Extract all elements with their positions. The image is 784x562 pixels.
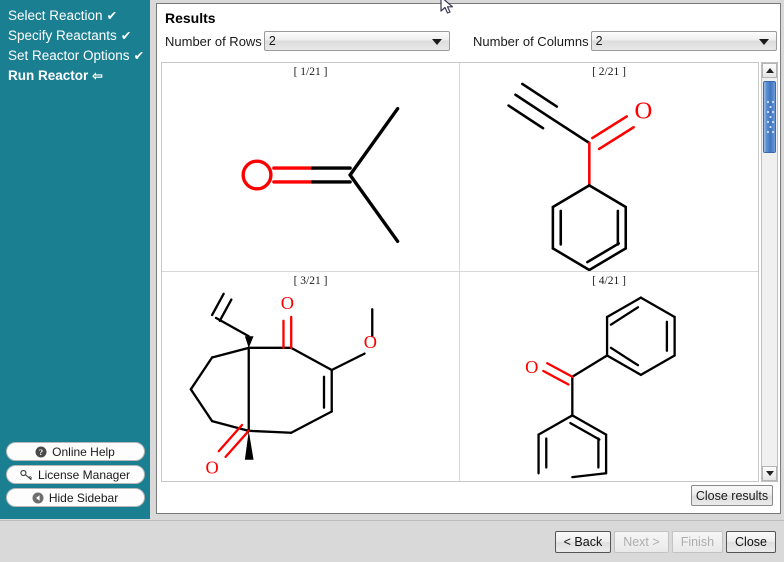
footer-bar: < Back Next > Finish Close [0, 520, 784, 562]
back-button[interactable]: < Back [555, 531, 612, 553]
caret-up-icon [766, 68, 774, 73]
rows-value: 2 [265, 34, 276, 48]
molecule-allyl-methoxy-hydrindanedione: O O O [162, 288, 459, 481]
result-cell[interactable]: [ 4/21 ] [460, 272, 758, 481]
svg-text:O: O [525, 357, 538, 377]
sidebar-item-label: Set Reactor Options [8, 48, 130, 63]
check-icon: ✔ [134, 49, 144, 63]
result-cell-label: [ 3/21 ] [162, 275, 459, 287]
number-of-columns-select[interactable]: 2 [591, 31, 777, 51]
sidebar: Select Reaction ✔ Specify Reactants ✔ Set … [0, 0, 150, 519]
svg-text:O: O [205, 457, 218, 477]
result-cell[interactable]: [ 1/21 ] [162, 63, 460, 272]
sidebar-item-label: Select Reaction [8, 8, 103, 23]
svg-text:?: ? [39, 447, 43, 457]
sidebar-item-label: Run Reactor [8, 68, 88, 83]
columns-value: 2 [592, 34, 603, 48]
hide-sidebar-label: Hide Sidebar [49, 491, 118, 505]
chevron-down-icon [759, 39, 769, 45]
results-panel: Results Number of Rows 2 Number of Colum… [156, 3, 781, 514]
result-cell-label: [ 4/21 ] [460, 275, 758, 287]
grid-controls: Number of Rows 2 Number of Columns 2 [157, 29, 780, 57]
close-results-button[interactable]: Close results [691, 485, 773, 506]
result-cell[interactable]: [ 2/21 ] [460, 63, 758, 272]
key-icon [20, 469, 33, 481]
rows-control: Number of Rows 2 [165, 31, 450, 51]
help-icon: ? [35, 446, 47, 458]
rows-label: Number of Rows [165, 34, 262, 49]
svg-text:O: O [364, 332, 377, 352]
results-scrollbar[interactable] [761, 62, 778, 482]
scroll-down-button[interactable] [762, 466, 777, 481]
chevron-down-icon [432, 39, 442, 45]
columns-label: Number of Columns [473, 34, 589, 49]
molecule-phenyl-propynone: O [460, 79, 758, 271]
scroll-up-button[interactable] [762, 63, 777, 78]
svg-text:O: O [281, 293, 294, 313]
columns-control: Number of Columns 2 [473, 31, 777, 51]
sidebar-nav: Select Reaction ✔ Specify Reactants ✔ Set … [0, 0, 150, 86]
finish-button: Finish [672, 531, 723, 553]
license-manager-button[interactable]: License Manager [6, 465, 145, 484]
application-window: Select Reaction ✔ Specify Reactants ✔ Set … [0, 0, 784, 562]
sidebar-item-specify-reactants[interactable]: Specify Reactants ✔ [6, 26, 150, 46]
results-grid: [ 1/21 ] [161, 62, 759, 482]
check-icon: ✔ [107, 9, 117, 23]
collapse-left-icon [32, 492, 44, 504]
check-icon: ✔ [121, 29, 131, 43]
next-button: Next > [614, 531, 668, 553]
sidebar-item-run-reactor[interactable]: Run Reactor ⇦ [6, 66, 150, 86]
mouse-cursor [440, 0, 456, 18]
sidebar-item-set-reactor-options[interactable]: Set Reactor Options ✔ [6, 46, 150, 66]
sidebar-buttons: ? Online Help License Manager Hide Sideb… [0, 442, 150, 511]
grip-icon [766, 98, 775, 138]
number-of-rows-select[interactable]: 2 [264, 31, 450, 51]
online-help-label: Online Help [52, 445, 115, 459]
sidebar-item-label: Specify Reactants [8, 28, 117, 43]
molecule-acetone [162, 79, 459, 271]
molecule-benzophenone: O [460, 288, 758, 481]
caret-down-icon [766, 471, 774, 476]
wizard-buttons: < Back Next > Finish Close [555, 531, 776, 553]
page-title: Results [157, 4, 780, 26]
close-button[interactable]: Close [726, 531, 776, 553]
sidebar-item-select-reaction[interactable]: Select Reaction ✔ [6, 6, 150, 26]
result-cell-label: [ 1/21 ] [162, 66, 459, 78]
result-cell[interactable]: [ 3/21 ] [162, 272, 460, 481]
license-manager-label: License Manager [38, 468, 130, 482]
arrow-left-icon: ⇦ [92, 69, 102, 83]
svg-text:O: O [635, 97, 653, 124]
hide-sidebar-button[interactable]: Hide Sidebar [6, 488, 145, 507]
result-cell-label: [ 2/21 ] [460, 66, 758, 78]
online-help-button[interactable]: ? Online Help [6, 442, 145, 461]
scrollbar-thumb[interactable] [763, 81, 776, 153]
